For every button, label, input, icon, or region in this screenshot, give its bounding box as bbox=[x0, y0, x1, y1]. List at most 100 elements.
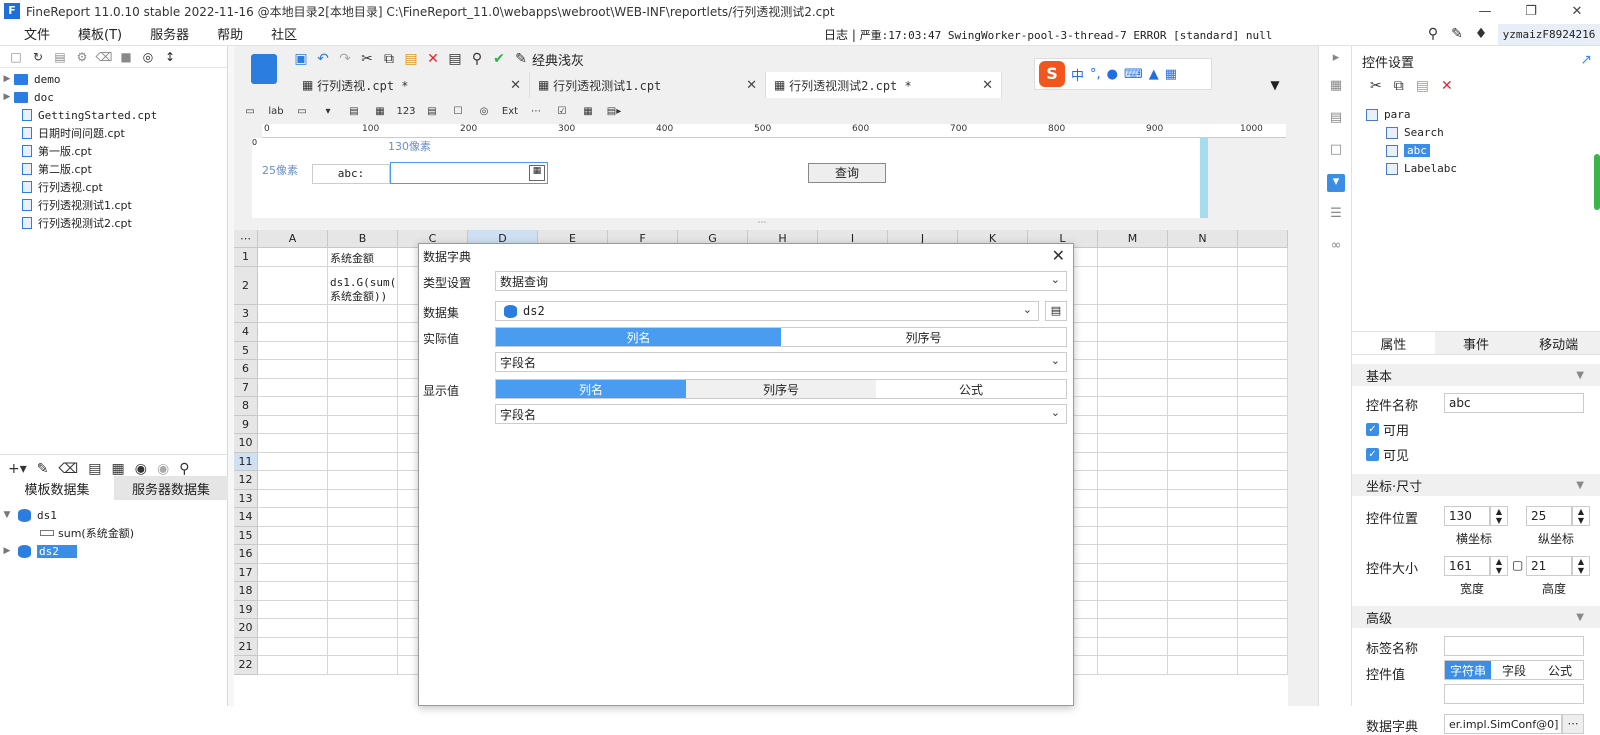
template-settings-icon[interactable]: ▤ bbox=[444, 48, 466, 70]
restore-icon[interactable]: ❐ bbox=[1508, 0, 1554, 22]
grid-cell[interactable] bbox=[1098, 508, 1168, 527]
grid-cell[interactable] bbox=[328, 563, 398, 582]
textarea-widget-icon[interactable]: ▤ bbox=[420, 102, 444, 120]
close-icon[interactable]: ✕ bbox=[1052, 246, 1065, 265]
expand-icon[interactable]: ▸ bbox=[1327, 50, 1345, 68]
lock-icon[interactable]: ■ bbox=[118, 49, 134, 65]
parameter-panel[interactable]: 130像素 25像素 abc: ▦ 查询 bbox=[262, 138, 1208, 218]
grid-cell[interactable] bbox=[1098, 304, 1168, 323]
tree-abc[interactable]: abc bbox=[1386, 144, 1430, 157]
grid-cell[interactable] bbox=[1238, 563, 1288, 582]
edit-dataset-icon[interactable]: ✎ bbox=[37, 461, 49, 477]
menu-template[interactable]: 模板(T) bbox=[64, 24, 136, 43]
row-header[interactable]: 18 bbox=[234, 582, 258, 601]
grid-cell[interactable] bbox=[258, 637, 328, 656]
grid-cell[interactable] bbox=[328, 471, 398, 490]
grid-cell[interactable] bbox=[258, 415, 328, 434]
theme-icon[interactable]: ✎ bbox=[510, 48, 532, 70]
grid-cell[interactable] bbox=[1168, 452, 1238, 471]
tab-template-datasets[interactable]: 模板数据集 bbox=[0, 476, 114, 500]
menu-server[interactable]: 服务器 bbox=[136, 24, 203, 43]
grid-cell[interactable] bbox=[1098, 360, 1168, 379]
grid-cell[interactable] bbox=[1168, 637, 1238, 656]
row-header[interactable]: 9 bbox=[234, 415, 258, 434]
database-icon[interactable]: ◉ bbox=[135, 461, 147, 477]
row-header[interactable]: 2 bbox=[234, 266, 258, 305]
multi-widget-icon[interactable]: ⋯ bbox=[524, 102, 548, 120]
ime-mode[interactable]: 中 bbox=[1071, 65, 1084, 84]
preview-icon[interactable]: ▤ bbox=[88, 461, 101, 477]
section-basic[interactable]: 基本 ▼ bbox=[1352, 364, 1600, 386]
layout-icon[interactable]: ▦ bbox=[1327, 78, 1345, 96]
row-header[interactable]: 20 bbox=[234, 619, 258, 638]
grid-cell[interactable] bbox=[1098, 619, 1168, 638]
row-header[interactable]: 13 bbox=[234, 489, 258, 508]
cell-attr-icon[interactable]: ▤ bbox=[1327, 110, 1345, 128]
grid-cell[interactable] bbox=[1098, 397, 1168, 416]
grid-cell[interactable] bbox=[1168, 341, 1238, 360]
scrollbar[interactable] bbox=[1594, 154, 1600, 210]
grid-cell[interactable] bbox=[1168, 619, 1238, 638]
preview-dataset-button[interactable]: ▤ bbox=[1045, 301, 1067, 321]
grid-cell[interactable] bbox=[1168, 545, 1238, 564]
grid-cell[interactable] bbox=[1168, 526, 1238, 545]
hyperlink-icon[interactable]: ∞ bbox=[1327, 238, 1345, 256]
enabled-checkbox[interactable]: ✓ 可用 bbox=[1366, 420, 1409, 439]
cell-b2[interactable]: ds1.G(sum(系统金额)) bbox=[330, 276, 396, 304]
display-field-select[interactable]: 字段名 ⌄ bbox=[495, 404, 1067, 424]
grid-cell[interactable] bbox=[1238, 526, 1288, 545]
display-colindex-option[interactable]: 列序号 bbox=[686, 380, 876, 398]
widget-settings-icon[interactable]: ▾ bbox=[1327, 174, 1345, 192]
row-header[interactable]: 12 bbox=[234, 471, 258, 490]
file-item[interactable]: 第二版.cpt bbox=[0, 160, 227, 178]
value-input[interactable] bbox=[1444, 684, 1584, 704]
skin-icon[interactable]: ▲ bbox=[1149, 67, 1159, 82]
right-splitter[interactable] bbox=[1290, 46, 1318, 706]
row-header[interactable]: 10 bbox=[234, 434, 258, 453]
grid-cell[interactable] bbox=[1168, 656, 1238, 675]
grid-cell[interactable] bbox=[328, 489, 398, 508]
search-dataset-icon[interactable]: ⚲ bbox=[179, 461, 189, 477]
search-icon[interactable]: ⚲ bbox=[1424, 24, 1442, 44]
tab-mobile[interactable]: 移动端 bbox=[1517, 332, 1600, 354]
grid-cell[interactable] bbox=[1238, 452, 1288, 471]
grid-cell[interactable] bbox=[1168, 600, 1238, 619]
grid-cell[interactable] bbox=[1238, 582, 1288, 601]
grid-cell[interactable] bbox=[1168, 323, 1238, 342]
grid-cell[interactable] bbox=[1238, 434, 1288, 453]
col-header[interactable]: N bbox=[1168, 230, 1238, 248]
label-widget-icon[interactable]: ▭ bbox=[238, 102, 262, 120]
abc-label-widget[interactable]: abc: bbox=[312, 164, 390, 184]
grid-cell[interactable] bbox=[1238, 415, 1288, 434]
save-icon[interactable]: ▣ bbox=[290, 48, 312, 70]
grid-cell[interactable] bbox=[258, 266, 328, 305]
keyboard-icon[interactable]: ⌨ bbox=[1124, 67, 1143, 82]
file-item[interactable]: 行列透视测试2.cpt bbox=[0, 214, 227, 232]
grid-cell[interactable] bbox=[1238, 619, 1288, 638]
dict-edit-button[interactable]: ⋯ bbox=[1562, 714, 1584, 734]
database-disabled-icon[interactable]: ◉ bbox=[157, 461, 169, 477]
grid-cell[interactable] bbox=[328, 434, 398, 453]
grid-cell[interactable] bbox=[1168, 360, 1238, 379]
grid-cell[interactable] bbox=[258, 489, 328, 508]
grid-cell[interactable] bbox=[1098, 600, 1168, 619]
row-header[interactable]: 14 bbox=[234, 508, 258, 527]
grid-cell[interactable] bbox=[1168, 508, 1238, 527]
grid-cell[interactable] bbox=[258, 434, 328, 453]
height-input[interactable]: 21 bbox=[1526, 556, 1572, 576]
combo-widget-icon[interactable]: ▾ bbox=[316, 102, 340, 120]
log-label[interactable]: 日志 bbox=[824, 28, 848, 42]
grid-cell[interactable] bbox=[328, 508, 398, 527]
grid-cell[interactable] bbox=[328, 582, 398, 601]
grid-cell[interactable] bbox=[1238, 489, 1288, 508]
type-select[interactable]: 数据查询 ⌄ bbox=[495, 271, 1067, 291]
section-geometry[interactable]: 坐标·尺寸 ▼ bbox=[1352, 474, 1600, 496]
dataset-select[interactable]: ds2 ⌄ bbox=[495, 301, 1039, 321]
file-item[interactable]: 日期时间问题.cpt bbox=[0, 124, 227, 142]
display-formula-option[interactable]: 公式 bbox=[876, 380, 1066, 398]
display-colname-option[interactable]: 列名 bbox=[496, 380, 686, 398]
minimize-icon[interactable]: — bbox=[1462, 0, 1508, 22]
menu-help[interactable]: 帮助 bbox=[203, 24, 257, 43]
row-header[interactable]: 11 bbox=[234, 452, 258, 471]
delete-icon[interactable]: ✕ bbox=[422, 48, 444, 70]
